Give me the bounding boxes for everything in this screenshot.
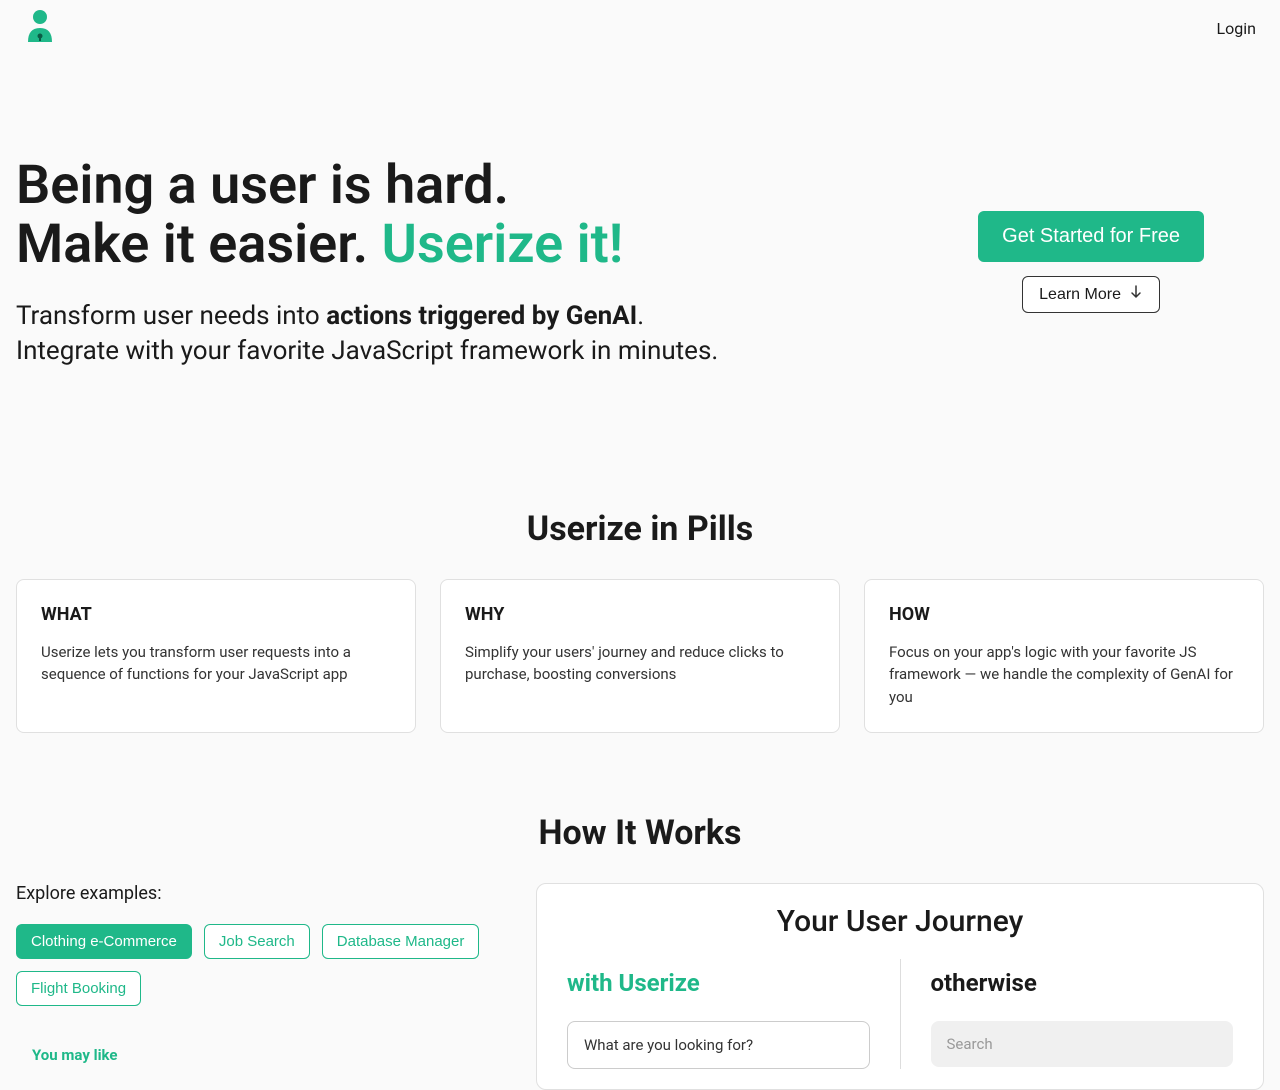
hero-brand: Userize it! bbox=[381, 213, 623, 276]
otherwise-label: otherwise bbox=[931, 969, 1234, 997]
pill-heading: WHAT bbox=[41, 604, 391, 625]
with-userize-label: with Userize bbox=[567, 969, 870, 997]
journey-panel: Your User Journey with Userize What are … bbox=[536, 883, 1264, 1090]
tag-clothing-ecommerce[interactable]: Clothing e-Commerce bbox=[16, 924, 192, 959]
pill-body: Simplify your users' journey and reduce … bbox=[465, 641, 815, 686]
pill-card: WHY Simplify your users' journey and red… bbox=[440, 579, 840, 734]
with-userize-input[interactable]: What are you looking for? bbox=[567, 1021, 870, 1069]
logo[interactable] bbox=[24, 8, 56, 48]
learn-more-label: Learn More bbox=[1039, 286, 1121, 304]
explore-label: Explore examples: bbox=[16, 883, 496, 904]
hero-line2a: Make it easier. bbox=[16, 213, 381, 276]
pills-title: Userize in Pills bbox=[0, 509, 1280, 549]
hero-sub1c: . bbox=[637, 301, 644, 331]
hero-sub: Transform user needs into actions trigge… bbox=[16, 299, 718, 369]
hero-sub2: Integrate with your favorite JavaScript … bbox=[16, 336, 718, 366]
pill-heading: HOW bbox=[889, 604, 1239, 625]
login-link[interactable]: Login bbox=[1217, 19, 1256, 38]
pill-card: HOW Focus on your app's logic with your … bbox=[864, 579, 1264, 734]
hero-sub1b: actions triggered by GenAI bbox=[326, 301, 637, 331]
pill-card: WHAT Userize lets you transform user req… bbox=[16, 579, 416, 734]
tag-job-search[interactable]: Job Search bbox=[204, 924, 310, 959]
tag-flight-booking[interactable]: Flight Booking bbox=[16, 971, 141, 1006]
tag-database-manager[interactable]: Database Manager bbox=[322, 924, 480, 959]
pill-body: Focus on your app's logic with your favo… bbox=[889, 641, 1239, 709]
example-tags: Clothing e-Commerce Job Search Database … bbox=[16, 924, 496, 1006]
get-started-button[interactable]: Get Started for Free bbox=[978, 211, 1204, 262]
arrow-down-icon bbox=[1129, 285, 1143, 304]
pill-body: Userize lets you transform user requests… bbox=[41, 641, 391, 686]
journey-title: Your User Journey bbox=[567, 904, 1233, 939]
learn-more-button[interactable]: Learn More bbox=[1022, 276, 1160, 313]
hero-line1: Being a user is hard. bbox=[16, 154, 509, 217]
hero-sub1a: Transform user needs into bbox=[16, 301, 326, 331]
pill-heading: WHY bbox=[465, 604, 815, 625]
otherwise-search-input[interactable]: Search bbox=[931, 1021, 1234, 1067]
journey-divider bbox=[900, 959, 901, 1069]
howitworks-title: How It Works bbox=[0, 813, 1280, 853]
you-may-like: You may like bbox=[16, 1046, 496, 1064]
hero-headline: Being a user is hard. Make it easier. Us… bbox=[16, 156, 718, 275]
pills-row: WHAT Userize lets you transform user req… bbox=[0, 579, 1280, 734]
person-icon bbox=[24, 8, 56, 44]
